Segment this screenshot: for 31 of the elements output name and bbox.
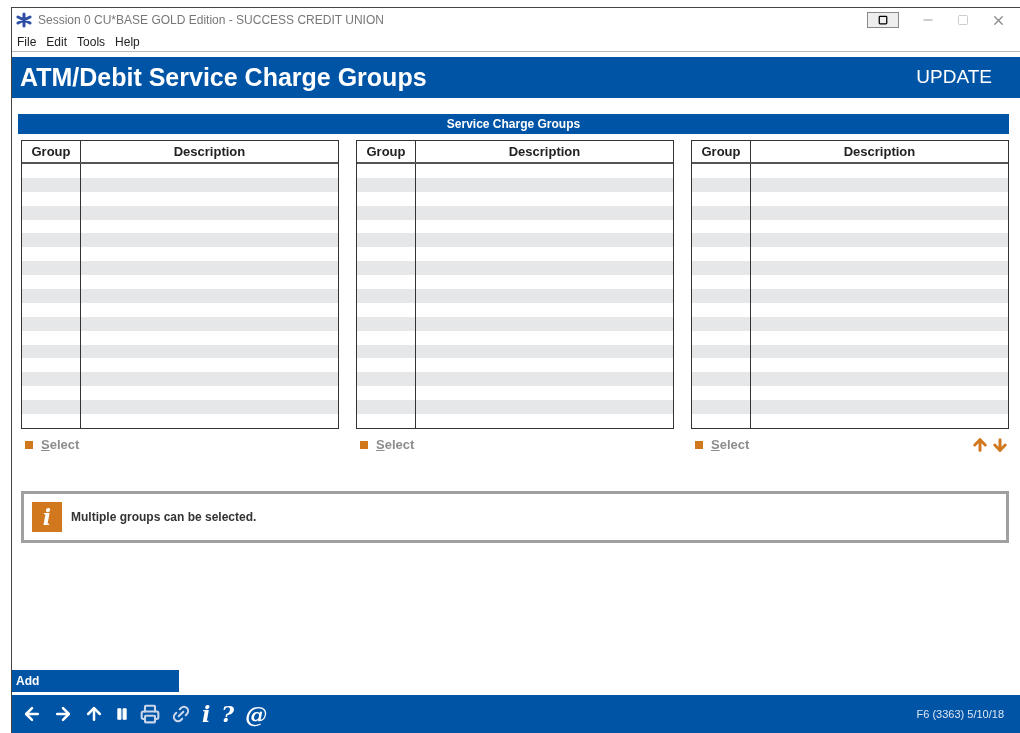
- menu-item[interactable]: Edit: [46, 32, 68, 51]
- toolbar-glyph[interactable]: i: [202, 703, 211, 725]
- window-restore-button[interactable]: [867, 12, 899, 28]
- menu-item[interactable]: File: [17, 32, 37, 51]
- column-header: Description: [172, 142, 247, 161]
- window-icon: [878, 15, 888, 25]
- mode-label: UPDATE: [916, 65, 992, 90]
- column-header: Description: [507, 142, 582, 161]
- toolbar-glyph[interactable]: ?: [221, 703, 235, 725]
- info-message: Multiple groups can be selected.: [71, 509, 257, 526]
- menu-item[interactable]: Tools: [77, 32, 106, 51]
- info-icon: i: [32, 502, 62, 532]
- bullet-icon: [25, 441, 33, 449]
- bullet-icon: [695, 441, 703, 449]
- up-arrow-icon[interactable]: [84, 704, 104, 724]
- status-text: F6 (3363) 5/10/18: [916, 706, 1004, 722]
- printer-icon[interactable]: [140, 704, 160, 724]
- bullet-icon: [360, 441, 368, 449]
- app-logo-icon: [16, 12, 32, 28]
- column-header: Group: [692, 141, 751, 162]
- page-down-arrow-icon[interactable]: [991, 436, 1009, 454]
- pause-icon[interactable]: [115, 707, 129, 721]
- column-header: Description: [842, 142, 917, 161]
- add-button[interactable]: Add: [12, 670, 179, 692]
- column-header: Group: [22, 141, 81, 162]
- window-title: Session 0 CU*BASE GOLD Edition - SUCCESS CREDIT UNION: [38, 12, 384, 29]
- column-header: Group: [357, 141, 416, 162]
- page-title: ATM/Debit Service Charge Groups: [20, 61, 427, 93]
- section-title: Service Charge Groups: [446, 116, 581, 133]
- menu-item[interactable]: Help: [115, 32, 140, 51]
- toolbar-glyph[interactable]: @: [245, 703, 268, 725]
